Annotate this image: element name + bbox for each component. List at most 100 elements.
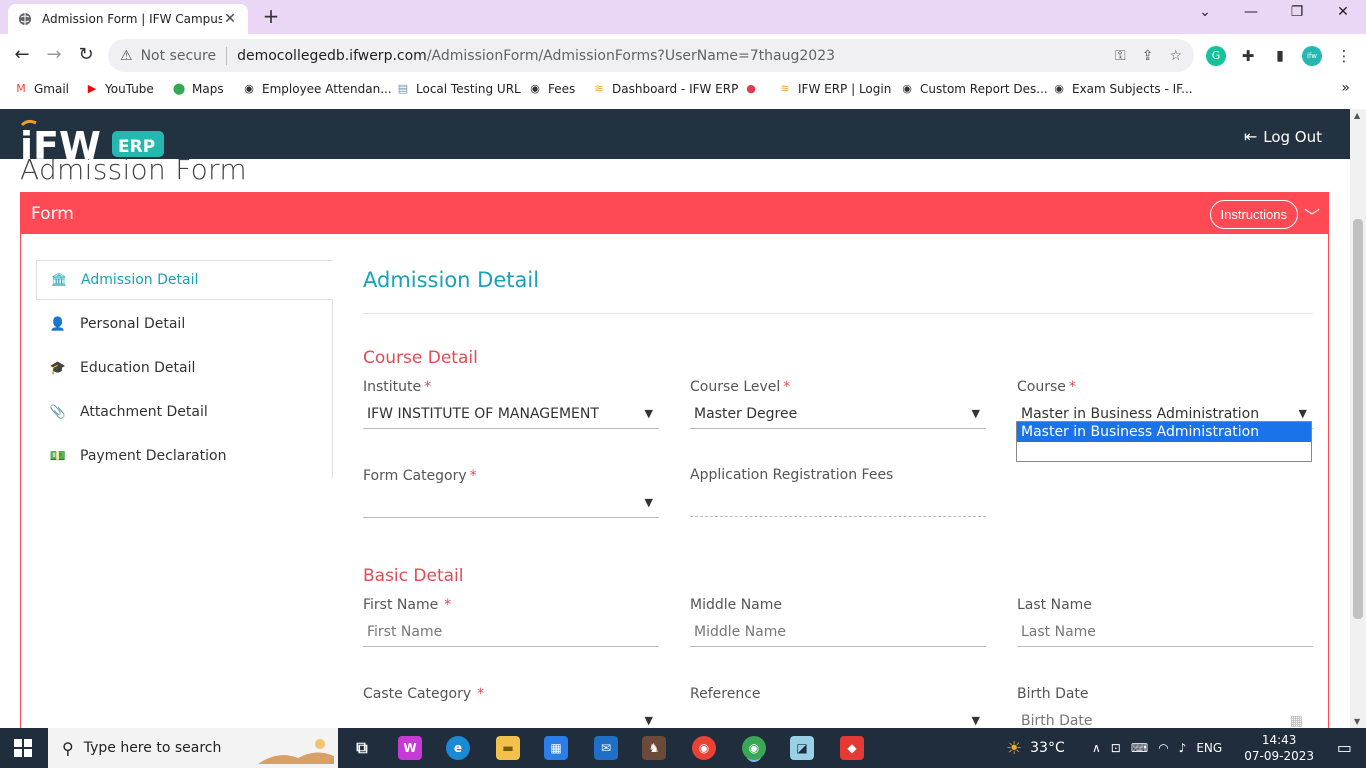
form-category-select[interactable]: ▼ xyxy=(363,488,659,518)
close-tab-icon[interactable]: ✕ xyxy=(222,11,238,27)
minimize-icon[interactable]: — xyxy=(1228,4,1274,26)
app-fees-value xyxy=(690,487,986,517)
new-tab-icon[interactable]: + xyxy=(260,6,282,28)
taskbar-clock[interactable]: 14:43 07-09-2023 xyxy=(1244,732,1314,764)
sidepanel-icon[interactable]: ▮ xyxy=(1270,46,1290,66)
store-icon[interactable]: ▦ xyxy=(544,736,568,760)
game-icon[interactable]: ♞ xyxy=(642,736,666,760)
ime-icon[interactable]: ⌨ xyxy=(1131,741,1148,755)
share-icon[interactable]: ⇪ xyxy=(1142,48,1154,64)
required-mark: * xyxy=(444,597,452,613)
middle-name-input[interactable]: Middle Name xyxy=(690,617,986,647)
menu-icon[interactable]: ⋮ xyxy=(1334,46,1354,66)
wifi-icon[interactable]: ◠ xyxy=(1158,741,1168,755)
not-secure-label: Not secure xyxy=(140,47,217,64)
bookmark-item[interactable]: ◉ Employee Attendan... xyxy=(242,82,391,96)
anydesk-icon[interactable]: ◆ xyxy=(840,736,864,760)
bookmark-icon: ▤ xyxy=(397,82,409,95)
reference-select[interactable]: ▼ xyxy=(690,706,986,728)
windows-start-icon[interactable] xyxy=(14,739,32,757)
bookmark-item[interactable]: ⬤ Maps xyxy=(172,82,224,96)
browser-tab[interactable]: Admission Form | IFW Campus ✕ xyxy=(8,4,248,34)
birth-date-input[interactable]: Birth Date ▦ xyxy=(1017,706,1313,729)
sidenav-item-label: Education Detail xyxy=(80,360,196,376)
bookmark-icon: ≋ xyxy=(594,82,604,95)
sidenav-item-payment-declaration[interactable]: 💵 Payment Declaration xyxy=(36,436,333,476)
bookmark-item[interactable]: ◉ Exam Subjects - IF... xyxy=(1052,82,1192,96)
scroll-up-icon[interactable]: ▲ xyxy=(1354,111,1360,120)
course-option[interactable] xyxy=(1017,442,1311,462)
mail-icon[interactable]: ✉ xyxy=(594,736,618,760)
reload-icon[interactable]: ↻ xyxy=(74,44,98,68)
last-name-label: Last Name xyxy=(1017,597,1092,613)
bookmark-item[interactable]: ▶ YouTube xyxy=(85,82,154,96)
task-view-icon[interactable]: ⧉ xyxy=(350,736,374,760)
back-icon[interactable]: ← xyxy=(10,44,34,68)
restore-icon[interactable]: ❐ xyxy=(1274,4,1320,26)
bookmark-item[interactable]: ● xyxy=(744,82,758,96)
tray-chevron-icon[interactable]: ∧ xyxy=(1092,741,1101,755)
bookmark-label: Fees xyxy=(548,82,576,96)
sidenav-item-attachment-detail[interactable]: 📎 Attachment Detail xyxy=(36,392,333,432)
app-fees-label: Application Registration Fees xyxy=(690,467,894,483)
bookmark-item[interactable]: M Gmail xyxy=(14,82,69,96)
first-name-input[interactable]: First Name xyxy=(363,617,659,647)
institute-select[interactable]: IFW INSTITUTE OF MANAGEMENT ▼ xyxy=(363,399,659,429)
logout-button[interactable]: ⇤ Log Out xyxy=(1244,127,1322,146)
volume-icon[interactable]: ♪ xyxy=(1179,741,1187,755)
chrome-active-icon[interactable]: ◉ xyxy=(742,736,766,760)
extensions-icon[interactable]: ✚ xyxy=(1238,46,1258,66)
bookmark-icon: ◉ xyxy=(902,82,912,95)
close-window-icon[interactable]: ✕ xyxy=(1320,4,1366,26)
bookmark-icon: ≋ xyxy=(780,82,790,95)
bookmark-item[interactable]: ▤ Local Testing URL xyxy=(396,82,521,96)
course-option[interactable]: Master in Business Administration xyxy=(1017,422,1311,442)
bookmark-star-icon[interactable]: ☆ xyxy=(1169,48,1182,64)
sidenav-item-personal-detail[interactable]: 👤 Personal Detail xyxy=(36,304,333,344)
course-label: Course xyxy=(1017,379,1066,395)
address-bar[interactable]: ⚠ Not secure democollegedb.ifwerp.com/Ad… xyxy=(108,39,1194,72)
grammarly-icon[interactable]: G xyxy=(1206,46,1226,66)
bookmarks-overflow-icon[interactable]: » xyxy=(1341,80,1350,96)
course-level-select[interactable]: Master Degree ▼ xyxy=(690,399,986,429)
scroll-down-icon[interactable]: ▼ xyxy=(1354,717,1360,726)
section-divider xyxy=(363,313,1313,314)
bookmark-item[interactable]: ◉ Custom Report Des... xyxy=(900,82,1048,96)
tab-search-icon[interactable]: ⌄ xyxy=(1182,4,1228,26)
wps-icon[interactable]: W xyxy=(398,736,422,760)
bookmark-item[interactable]: ≋ IFW ERP | Login xyxy=(778,82,891,96)
caste-category-select[interactable]: ▼ xyxy=(363,706,659,728)
sidenav-item-admission-detail[interactable]: 🏛 Admission Detail xyxy=(36,260,333,300)
meet-icon[interactable]: ⊡ xyxy=(1111,741,1121,755)
sidenav-item-education-detail[interactable]: 🎓 Education Detail xyxy=(36,348,333,388)
weather-widget[interactable]: ☀ 33°C xyxy=(1006,728,1065,768)
bookmark-label: Maps xyxy=(192,82,224,96)
birth-date-placeholder: Birth Date xyxy=(1021,712,1093,729)
clock-time: 14:43 xyxy=(1261,733,1297,747)
calendar-icon[interactable]: ▦ xyxy=(1290,713,1313,729)
chevron-down-icon[interactable]: ﹀ xyxy=(1304,203,1320,227)
edge-icon[interactable]: e xyxy=(446,736,470,760)
page: Admission Form iFW ERP ⇤ Log Out Form In… xyxy=(0,109,1350,728)
course-level-value: Master Degree xyxy=(694,405,798,422)
caste-category-label: Caste Category xyxy=(363,686,472,702)
profile-avatar[interactable]: ifw xyxy=(1302,46,1322,66)
language-indicator[interactable]: ENG xyxy=(1196,741,1222,755)
instructions-button[interactable]: Instructions xyxy=(1209,200,1298,229)
forward-icon[interactable]: → xyxy=(42,44,66,68)
notes-icon[interactable]: ◪ xyxy=(790,736,814,760)
chrome-icon[interactable]: ◉ xyxy=(692,736,716,760)
scrollbar-thumb[interactable] xyxy=(1353,219,1363,619)
taskbar-search[interactable]: ⚲ Type here to search xyxy=(48,728,338,768)
last-name-placeholder: Last Name xyxy=(1021,623,1096,640)
url-host: democollegedb.ifwerp.com xyxy=(237,47,427,64)
page-scrollbar[interactable]: ▲ ▼ xyxy=(1350,109,1366,728)
last-name-input[interactable]: Last Name xyxy=(1017,617,1313,647)
chevron-down-icon: ▼ xyxy=(644,714,653,727)
notification-icon[interactable]: ▭ xyxy=(1337,738,1352,757)
file-explorer-icon[interactable]: ▬ xyxy=(496,736,520,760)
key-icon[interactable]: ⚿ xyxy=(1115,48,1126,64)
bookmark-item[interactable]: ◉ Fees xyxy=(528,82,575,96)
bookmark-item[interactable]: ≋ Dashboard - IFW ERP xyxy=(592,82,738,96)
desert-camels-icon xyxy=(258,739,334,764)
